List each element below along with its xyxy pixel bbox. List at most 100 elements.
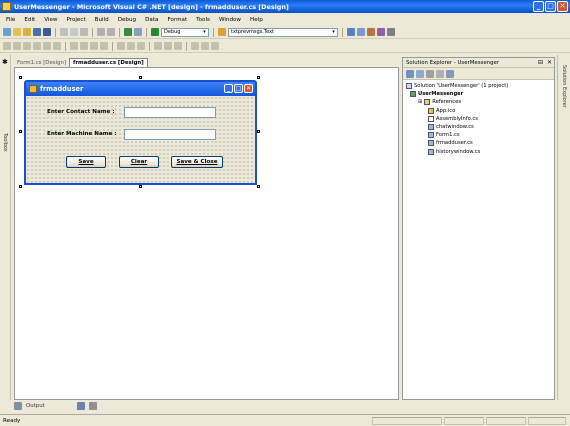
same-size-icon[interactable] <box>90 42 98 50</box>
center-vertically-icon[interactable] <box>174 42 182 50</box>
solution-explorer-title-bar[interactable]: Solution Explorer - UserMessenger ⊟ ✕ <box>403 58 554 68</box>
window-title-bar[interactable]: UserMessenger - Microsoft Visual C# .NET… <box>0 0 570 13</box>
contact-name-input[interactable] <box>124 107 216 118</box>
view-code-icon[interactable] <box>406 70 414 78</box>
align-bottoms-icon[interactable] <box>53 42 61 50</box>
toolbox-tab[interactable]: Toolbox <box>2 133 8 152</box>
show-all-files-icon[interactable] <box>436 70 444 78</box>
clear-button[interactable]: Clear <box>119 156 159 168</box>
tree-item-historywindow[interactable]: historywindow.cs <box>406 148 554 156</box>
resize-handle[interactable] <box>257 76 260 79</box>
same-width-icon[interactable] <box>70 42 78 50</box>
undo-icon[interactable] <box>97 28 105 36</box>
align-rights-icon[interactable] <box>23 42 31 50</box>
center-horizontally-icon[interactable] <box>164 42 172 50</box>
add-item-icon[interactable] <box>13 28 21 36</box>
maximize-button[interactable]: □ <box>545 1 556 12</box>
menu-edit[interactable]: Edit <box>24 17 35 23</box>
expand-icon[interactable]: ⊞ <box>418 99 422 105</box>
size-to-grid-icon[interactable] <box>100 42 108 50</box>
solution-config-select[interactable]: Debug ▾ <box>161 27 209 37</box>
close-icon[interactable]: ✕ <box>547 59 552 66</box>
tree-item-frmadduser[interactable]: frmadduser.cs <box>406 139 554 147</box>
refresh-icon[interactable] <box>426 70 434 78</box>
horizontal-spacing-icon[interactable] <box>117 42 125 50</box>
toolbox-pin-icon[interactable]: ✱ <box>2 58 8 66</box>
tab-form1-design[interactable]: Form1.cs [Design] <box>14 59 69 67</box>
form-title-bar[interactable]: frmadduser _ □ ✕ <box>26 82 255 96</box>
menu-data[interactable]: Data <box>145 17 158 23</box>
find-combo[interactable]: txtprevmsgs.Text ▾ <box>228 27 338 37</box>
align-lefts-icon[interactable] <box>3 42 11 50</box>
task-list-icon[interactable] <box>76 402 85 410</box>
tree-item-form1[interactable]: Form1.cs <box>406 131 554 139</box>
properties-icon[interactable] <box>446 70 454 78</box>
machine-name-input[interactable] <box>124 129 216 140</box>
menu-window[interactable]: Window <box>219 17 241 23</box>
tab-order-icon[interactable] <box>211 42 219 50</box>
solution-explorer-dock-tab[interactable]: Solution Explorer <box>561 65 567 108</box>
close-button[interactable]: ✕ <box>557 1 568 12</box>
send-to-back-icon[interactable] <box>201 42 209 50</box>
form-close-button[interactable]: ✕ <box>244 84 253 93</box>
start-icon[interactable] <box>151 28 159 36</box>
tree-item-assemblyinfo[interactable]: AssemblyInfo.cs <box>406 115 554 123</box>
align-tops-icon[interactable] <box>33 42 41 50</box>
minimize-button[interactable]: _ <box>533 1 544 12</box>
copy-icon[interactable] <box>70 28 78 36</box>
increase-spacing-icon[interactable] <box>127 42 135 50</box>
bookmark-icon[interactable] <box>134 28 142 36</box>
class-view-icon[interactable] <box>377 28 385 36</box>
form-body[interactable]: Enter Contact Name : Enter Machine Name … <box>26 96 255 183</box>
align-centers-icon[interactable] <box>13 42 21 50</box>
form-designer-surface[interactable]: frmadduser _ □ ✕ Enter Contact Name : En… <box>14 67 399 400</box>
menu-view[interactable]: View <box>44 17 57 23</box>
tree-item-chatwindow[interactable]: chatwindow.cs <box>406 123 554 131</box>
tree-item-references[interactable]: ⊞ References <box>406 98 554 106</box>
save-icon[interactable] <box>33 28 41 36</box>
redo-icon[interactable] <box>107 28 115 36</box>
resize-handle[interactable] <box>19 185 22 188</box>
decrease-spacing-icon[interactable] <box>137 42 145 50</box>
menu-format[interactable]: Format <box>167 17 187 23</box>
new-project-icon[interactable] <box>3 28 11 36</box>
pin-icon[interactable]: ⊟ <box>538 59 543 66</box>
menu-project[interactable]: Project <box>67 17 86 23</box>
tree-item-app-ico[interactable]: App.ico <box>406 107 554 115</box>
toolbox-strip[interactable]: ✱ Toolbox <box>0 55 11 400</box>
same-height-icon[interactable] <box>80 42 88 50</box>
form-maximize-button[interactable]: □ <box>234 84 243 93</box>
tree-item-project[interactable]: UserMessenger <box>406 90 554 98</box>
resize-handle[interactable] <box>19 76 22 79</box>
tab-frmadduser-design[interactable]: frmadduser.cs [Design] <box>69 58 148 67</box>
resize-handle[interactable] <box>257 185 260 188</box>
menu-file[interactable]: File <box>6 17 15 23</box>
properties-icon[interactable] <box>357 28 365 36</box>
save-all-icon[interactable] <box>43 28 51 36</box>
navigate-icon[interactable] <box>124 28 132 36</box>
find-icon[interactable] <box>218 28 226 36</box>
form-minimize-button[interactable]: _ <box>224 84 233 93</box>
toolbox-icon[interactable] <box>367 28 375 36</box>
cut-icon[interactable] <box>60 28 68 36</box>
resize-handle[interactable] <box>139 185 142 188</box>
right-dock-strip[interactable]: Solution Explorer <box>557 55 570 400</box>
view-designer-icon[interactable] <box>416 70 424 78</box>
paste-icon[interactable] <box>80 28 88 36</box>
output-tab[interactable]: Output <box>26 403 45 409</box>
menu-build[interactable]: Build <box>95 17 109 23</box>
bring-to-front-icon[interactable] <box>191 42 199 50</box>
solution-explorer-icon[interactable] <box>347 28 355 36</box>
save-button[interactable]: Save <box>66 156 106 168</box>
align-middles-icon[interactable] <box>43 42 51 50</box>
vertical-spacing-icon[interactable] <box>154 42 162 50</box>
tree-item-solution[interactable]: Solution 'UserMessenger' (1 project) <box>406 82 554 90</box>
menu-help[interactable]: Help <box>250 17 263 23</box>
open-folder-icon[interactable] <box>23 28 31 36</box>
save-and-close-button[interactable]: Save & Close <box>171 156 223 168</box>
more-icon[interactable] <box>387 28 395 36</box>
command-window-icon[interactable] <box>88 402 97 410</box>
resize-handle[interactable] <box>19 130 22 133</box>
designed-form[interactable]: frmadduser _ □ ✕ Enter Contact Name : En… <box>24 80 257 185</box>
resize-handle[interactable] <box>257 130 260 133</box>
